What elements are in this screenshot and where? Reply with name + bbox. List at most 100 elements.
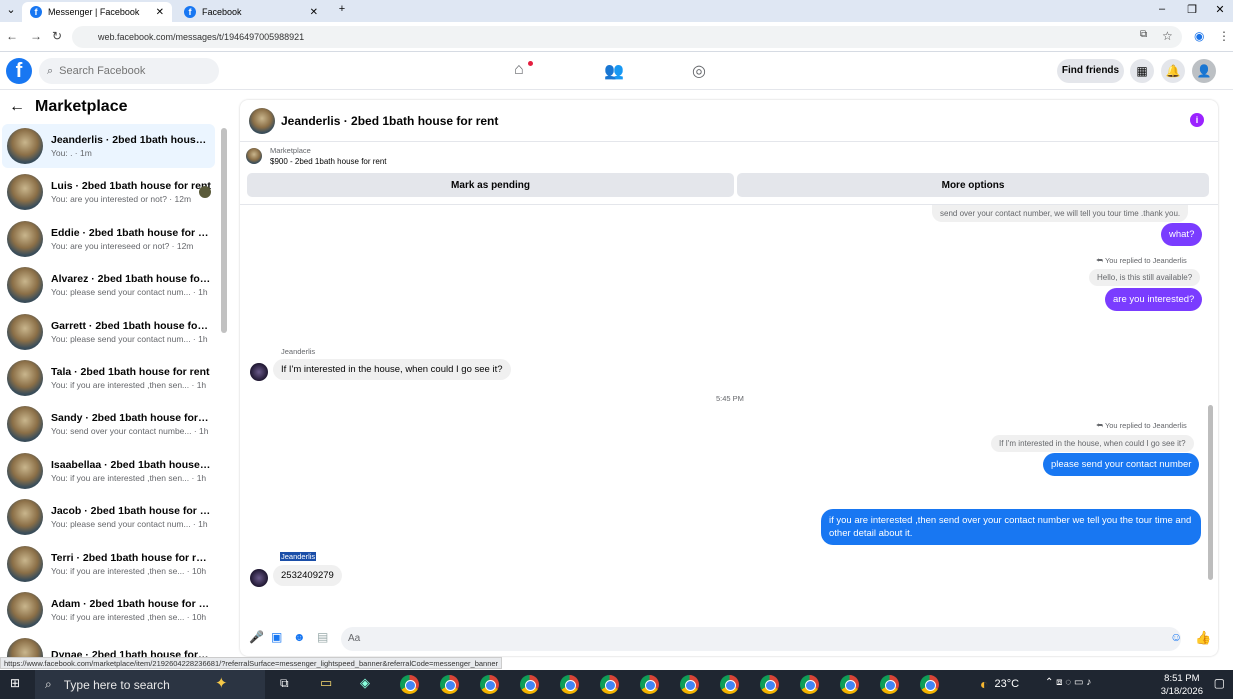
marketplace-sidebar: ← Marketplace Jeanderlis · 2bed 1bath ho… <box>0 90 230 657</box>
sender-name: Jeanderlis <box>281 347 316 356</box>
photo-icon[interactable]: ▣ <box>271 630 282 644</box>
maximize-icon[interactable]: ❐ <box>1178 3 1206 16</box>
task-view-icon[interactable]: ⧉ <box>280 676 289 691</box>
conversation-avatar <box>7 638 43 657</box>
chrome-app-icon[interactable] <box>920 675 939 694</box>
message-input[interactable]: Aa <box>341 627 1181 651</box>
sender-name: Jeanderlis <box>280 552 317 561</box>
search-box[interactable]: ⌕ <box>39 58 219 84</box>
conversation-item[interactable]: Garrett · 2bed 1bath house for r... You: … <box>2 310 215 354</box>
conversation-avatar <box>7 220 43 257</box>
chrome-app-icon[interactable] <box>640 675 659 694</box>
start-icon[interactable]: ⊞ <box>10 676 20 690</box>
chrome-app-icon[interactable] <box>720 675 739 694</box>
conversation-item[interactable]: Luis · 2bed 1bath house for rent You: are… <box>2 170 215 214</box>
microphone-icon[interactable]: 🎤 <box>249 630 264 644</box>
chrome-app-icon[interactable] <box>760 675 779 694</box>
conversation-item[interactable]: Dynae · 2bed 1bath house for rent <box>2 634 215 657</box>
sidebar-scrollbar[interactable] <box>221 128 227 333</box>
cast-icon[interactable]: ⧉ <box>1140 29 1147 40</box>
tray-icons[interactable]: ⌃ ⧈ ◌ ▭ ♪ <box>1045 677 1091 688</box>
chrome-app-icon[interactable] <box>840 675 859 694</box>
chrome-app-icon[interactable] <box>680 675 699 694</box>
conversation-item[interactable]: Sandy · 2bed 1bath house for rent You: se… <box>2 402 215 446</box>
back-arrow-icon[interactable]: ← <box>9 98 25 116</box>
browser-menu-icon[interactable]: ⋮ <box>1218 29 1230 43</box>
search-icon: ⌕ <box>47 64 54 77</box>
conversation-avatar <box>7 360 43 396</box>
incoming-message[interactable]: If I'm interested in the house, when cou… <box>273 359 511 380</box>
outgoing-message[interactable]: if you are interested ,then send over yo… <box>821 509 1201 545</box>
tab-facebook[interactable]: f Facebook ✕ <box>176 2 326 22</box>
sender-avatar[interactable] <box>250 363 268 381</box>
account-avatar[interactable]: 👤 <box>1192 59 1216 83</box>
taskbar-clock[interactable]: 8:51 PM 3/18/2026 <box>1161 672 1203 698</box>
sender-avatar[interactable] <box>250 569 268 587</box>
forward-icon[interactable]: → <box>30 29 42 43</box>
sticker-icon[interactable]: ☻ <box>293 630 306 644</box>
like-thumb-icon[interactable]: 👍 <box>1195 630 1211 646</box>
emoji-icon[interactable]: ☺ <box>1170 630 1182 644</box>
close-window-icon[interactable]: ✕ <box>1206 3 1233 16</box>
chrome-app-icon[interactable] <box>800 675 819 694</box>
app-icon[interactable]: ◈ <box>360 675 370 691</box>
chrome-app-icon[interactable] <box>520 675 539 694</box>
conversation-item[interactable]: Alvarez · 2bed 1bath house for r... You: … <box>2 263 215 307</box>
notifications-bell-icon[interactable]: 🔔 <box>1161 59 1185 83</box>
notification-center-icon[interactable]: ▢ <box>1214 676 1225 690</box>
close-tab-icon[interactable]: ✕ <box>156 7 164 18</box>
chrome-app-icon[interactable] <box>480 675 499 694</box>
chrome-app-icon[interactable] <box>440 675 459 694</box>
conversation-item[interactable]: Eddie · 2bed 1bath house for rent You: ar… <box>2 217 215 261</box>
info-icon[interactable]: i <box>1190 113 1204 127</box>
incoming-message[interactable]: 2532409279 <box>273 565 342 586</box>
conversation-item[interactable]: Jacob · 2bed 1bath house for rent You: pl… <box>2 495 215 539</box>
reload-icon[interactable]: ↻ <box>52 29 62 43</box>
tab-label: Messenger | Facebook <box>48 7 140 17</box>
conversation-preview: You: if you are interested ,then se... ·… <box>51 612 207 622</box>
home-icon[interactable]: ⌂ <box>514 61 524 79</box>
conversation-item[interactable]: Isaabellaa · 2bed 1bath house fo... You: … <box>2 449 215 493</box>
chat-header: Jeanderlis · 2bed 1bath house for rent i <box>240 100 1218 142</box>
mark-as-pending-button[interactable]: Mark as pending <box>247 173 734 197</box>
search-input[interactable] <box>59 65 190 77</box>
groups-icon[interactable]: ◎ <box>692 61 706 81</box>
sidebar-title: Marketplace <box>35 98 128 115</box>
more-options-button[interactable]: More options <box>737 173 1209 197</box>
facebook-logo-icon[interactable]: f <box>6 58 32 84</box>
weather-widget[interactable]: ◐ 23°C <box>980 676 1019 692</box>
conversation-preview: You: are you interested or not? · 12m <box>51 194 192 205</box>
profile-icon[interactable]: ◉ <box>1194 29 1204 43</box>
outgoing-message[interactable]: are you interested? <box>1105 288 1203 311</box>
chrome-app-icon[interactable] <box>400 675 419 694</box>
chat-title[interactable]: Jeanderlis · 2bed 1bath house for rent <box>281 114 498 128</box>
bookmark-star-icon[interactable]: ☆ <box>1162 29 1173 43</box>
friends-icon[interactable]: 👥 <box>604 61 624 81</box>
gif-icon[interactable]: ▤ <box>317 630 328 644</box>
outgoing-message[interactable]: what? <box>1161 223 1203 246</box>
taskbar-search[interactable]: ⌕ Type here to search <box>35 670 265 699</box>
thread-scrollbar[interactable] <box>1208 405 1213 580</box>
conversation-item[interactable]: Jeanderlis · 2bed 1bath house fo... You: … <box>2 124 215 168</box>
conversation-item[interactable]: Tala · 2bed 1bath house for rent You: if … <box>2 356 215 400</box>
url-field[interactable]: web.facebook.com/messages/t/194649700598… <box>72 26 1182 48</box>
marketplace-listing-banner[interactable]: Marketplace $900 - 2bed 1bath house for … <box>246 146 387 166</box>
chrome-app-icon[interactable] <box>560 675 579 694</box>
tab-messenger[interactable]: f Messenger | Facebook ✕ <box>22 2 172 22</box>
tab-menu-icon[interactable]: ⌄ <box>0 3 22 16</box>
chrome-app-icon[interactable] <box>880 675 899 694</box>
chrome-app-icon[interactable] <box>600 675 619 694</box>
minimize-icon[interactable]: – <box>1148 3 1176 15</box>
outgoing-message[interactable]: please send your contact number <box>1043 453 1200 476</box>
conversation-item[interactable]: Adam · 2bed 1bath house for rent You: if … <box>2 588 215 632</box>
back-icon[interactable]: ← <box>6 29 18 43</box>
copilot-sparkle-icon[interactable]: ✦ <box>215 674 228 692</box>
chat-avatar[interactable] <box>249 107 275 134</box>
conversation-item[interactable]: Terri · 2bed 1bath house for rent You: if… <box>2 542 215 586</box>
new-tab-icon[interactable]: + <box>328 3 356 15</box>
conversation-avatar <box>7 592 43 628</box>
file-explorer-icon[interactable]: ▭ <box>320 675 332 691</box>
menu-grid-icon[interactable]: ▦ <box>1130 59 1154 83</box>
close-tab-icon[interactable]: ✕ <box>310 7 318 18</box>
find-friends-button[interactable]: Find friends <box>1057 59 1124 83</box>
